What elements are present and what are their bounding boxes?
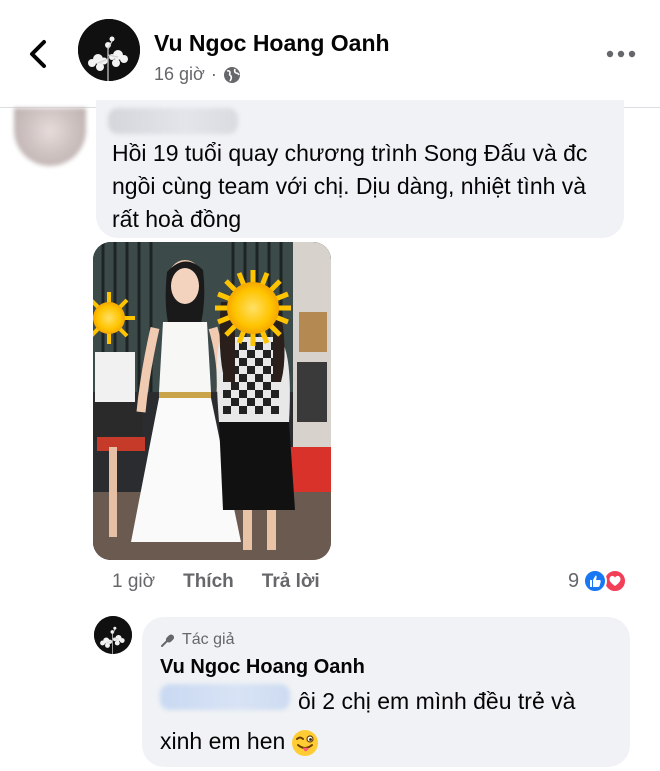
reaction-count: 9 [568,569,580,592]
reply-author-name[interactable]: Vu Ngoc Hoang Oanh [160,656,365,679]
back-button[interactable] [22,34,56,74]
more-options-button[interactable] [604,42,638,66]
post-time[interactable]: 16 giờ [154,64,205,85]
post-meta: 16 giờ · [154,64,241,85]
commenter-name-blurred[interactable] [108,108,238,134]
reply-author-avatar[interactable] [94,616,132,654]
author-badge: Tác giả [160,631,234,649]
reaction-summary[interactable]: 9 [568,567,628,595]
globe-icon [223,66,240,83]
flower-avatar-image [78,19,140,81]
reply-text-block: ôi 2 chị em mình đều trẻ và xinh em hen [160,681,620,761]
comment-actions: 1 giờ Thích Trả lời [112,569,320,595]
reply-button[interactable]: Trả lời [262,571,320,593]
comment-text: Hồi 19 tuổi quay chương trình Song Đấu v… [112,140,588,232]
comment-photo[interactable] [93,242,331,560]
author-avatar[interactable] [78,19,140,81]
microphone-icon [161,634,175,647]
flower-avatar-image [94,616,132,654]
author-badge-label: Tác giả [182,631,235,648]
comment-time[interactable]: 1 giờ [112,571,155,593]
author-name[interactable]: Vu Ngoc Hoang Oanh [154,30,390,57]
winking-tongue-emoji [292,729,319,756]
chevron-left-icon [30,40,46,68]
like-button[interactable]: Thích [183,571,234,593]
commenter-avatar-blurred[interactable] [14,108,86,166]
photo-image [93,242,331,560]
meta-dot: · [210,64,217,84]
like-reaction-icon [583,569,608,593]
post-header: Vu Ngoc Hoang Oanh 16 giờ · [0,0,660,108]
more-icon [606,50,636,58]
sun-sticker-right [215,270,291,346]
reply-text: ôi 2 chị em mình đều trẻ và xinh em hen [160,688,576,754]
